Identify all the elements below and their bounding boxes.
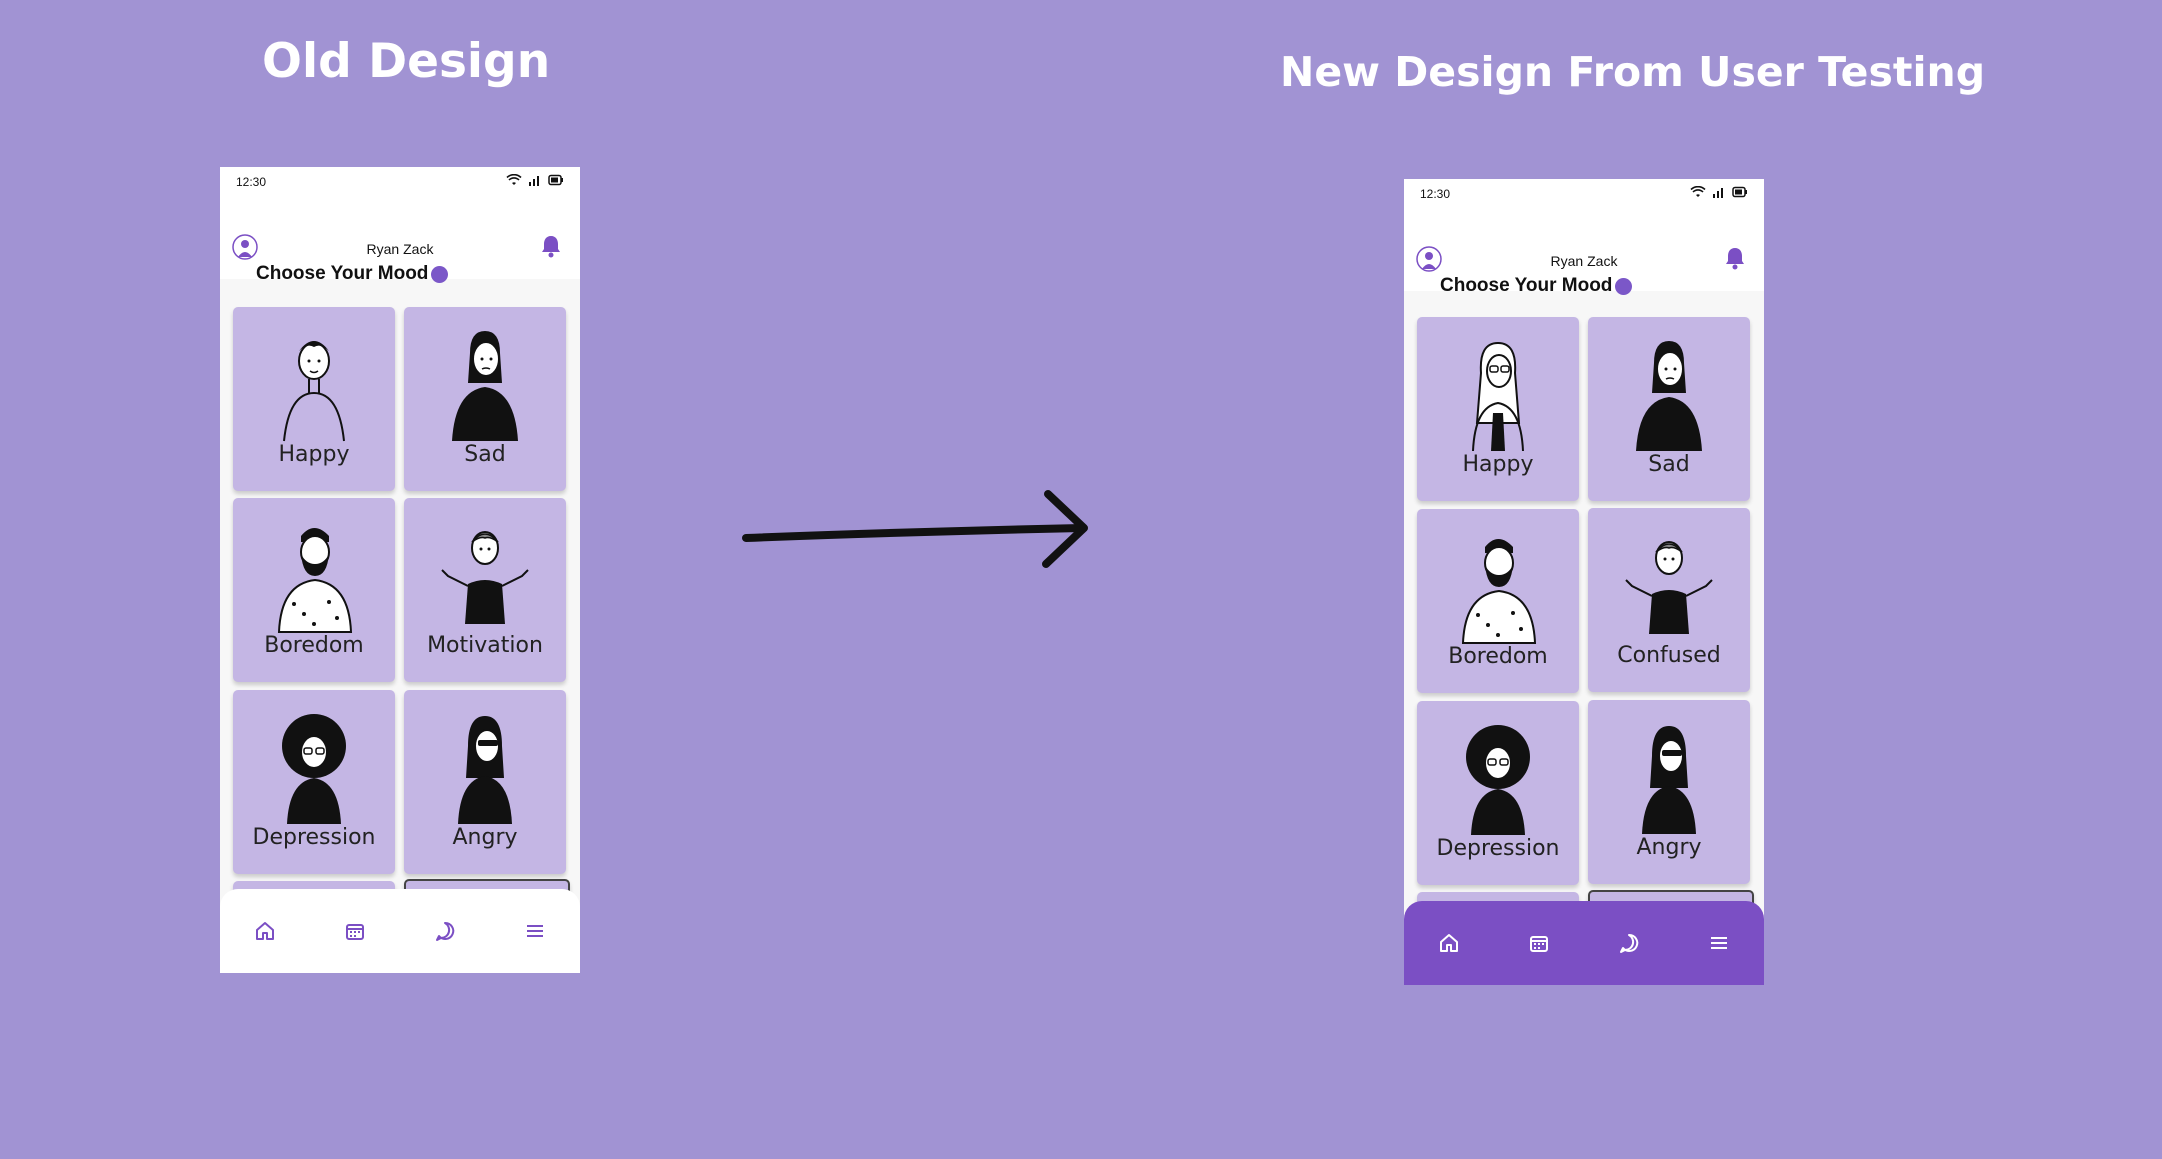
bearded-man-patterned-shirt-icon [1461,539,1537,644]
signal-icon [529,176,539,186]
bearded-man-patterned-shirt-icon [277,528,353,633]
mood-card-boredom[interactable]: Boredom [1417,509,1579,693]
battery-icon [1732,186,1747,198]
mood-label: Sad [464,442,506,467]
status-time: 12:30 [236,175,267,189]
bell-icon[interactable] [1724,246,1746,270]
mood-card-angry[interactable]: Angry [1588,700,1750,884]
nav-menu-button[interactable] [1699,923,1739,963]
afro-woman-glasses-icon [282,714,346,824]
calendar-icon [1530,936,1548,952]
new-design-heading: New Design From User Testing [1280,48,1986,96]
nav-home-button[interactable] [245,911,285,951]
chat-icon [1620,933,1639,953]
chat-icon [436,921,455,941]
old-design-heading: Old Design [262,34,551,89]
mood-card-confused[interactable]: Confused [1588,508,1750,692]
mood-card-motivation[interactable]: Motivation [404,498,566,682]
arrow-right-icon [742,490,1088,568]
woman-glasses-long-hair-icon [1472,341,1524,452]
new-design-phone: 12:30 Ryan Zack Choose Your Mood Happy S… [1404,179,1764,985]
wifi-icon [1690,186,1706,197]
mood-card-angry[interactable]: Angry [404,690,566,874]
wifi-icon [506,174,522,185]
nav-calendar-button[interactable] [335,911,375,951]
mood-label: Happy [278,442,350,467]
mood-label: Confused [1617,643,1721,668]
mood-card-boredom[interactable]: Boredom [233,498,395,682]
mood-title: Choose Your Mood [1440,275,1633,297]
mood-title-text: Choose Your Mood [1440,275,1613,296]
nav-chat-button[interactable] [1609,923,1649,963]
mood-label: Happy [1462,452,1534,477]
woman-sunglasses-icon [458,716,512,824]
menu-icon [1711,937,1727,949]
shrugging-man-icon [441,531,529,624]
mood-emoji-icon [431,265,449,283]
mood-card-sad[interactable]: Sad [1588,317,1750,501]
mood-card-depression[interactable]: Depression [1417,701,1579,885]
old-design-phone: 12:30 Ryan Zack Choose Your Mood Happy S… [220,167,580,973]
mood-label: Depression [1436,836,1560,861]
status-bar: 12:30 [1404,179,1764,231]
mood-card-happy[interactable]: Happy [1417,317,1579,501]
nav-menu-button[interactable] [515,911,555,951]
mood-label: Depression [252,825,376,850]
braided-woman-black-shirt-icon [452,331,518,441]
mood-label: Angry [1636,835,1702,860]
mood-emoji-icon [1615,277,1633,295]
nav-calendar-button[interactable] [1519,923,1559,963]
mood-label: Angry [452,825,518,850]
home-icon [256,922,274,940]
mood-label: Boredom [1448,644,1548,669]
mood-label: Boredom [264,633,364,658]
mood-title-text: Choose Your Mood [256,263,429,284]
mood-card-sad[interactable]: Sad [404,307,566,491]
mood-title: Choose Your Mood [256,263,449,285]
mood-card-depression[interactable]: Depression [233,690,395,874]
boy-short-hair-icon [283,341,345,442]
nav-home-button[interactable] [1429,923,1469,963]
menu-icon [527,925,543,937]
nav-chat-button[interactable] [425,911,465,951]
bottom-nav [1404,901,1764,985]
status-time: 12:30 [1420,187,1451,201]
mood-label: Sad [1648,452,1690,477]
calendar-icon [346,924,364,940]
shrugging-man-icon [1625,541,1713,634]
braided-woman-black-shirt-icon [1636,341,1702,451]
mood-card-happy[interactable]: Happy [233,307,395,491]
username: Ryan Zack [366,241,434,257]
mood-label: Motivation [427,633,543,658]
status-bar: 12:30 [220,167,580,219]
username: Ryan Zack [1550,253,1618,269]
signal-icon [1713,188,1723,198]
bell-icon[interactable] [540,234,562,258]
battery-icon [548,174,563,186]
afro-woman-glasses-icon [1466,725,1530,835]
home-icon [1440,934,1458,952]
woman-sunglasses-icon [1642,726,1696,834]
bottom-nav [220,889,580,973]
